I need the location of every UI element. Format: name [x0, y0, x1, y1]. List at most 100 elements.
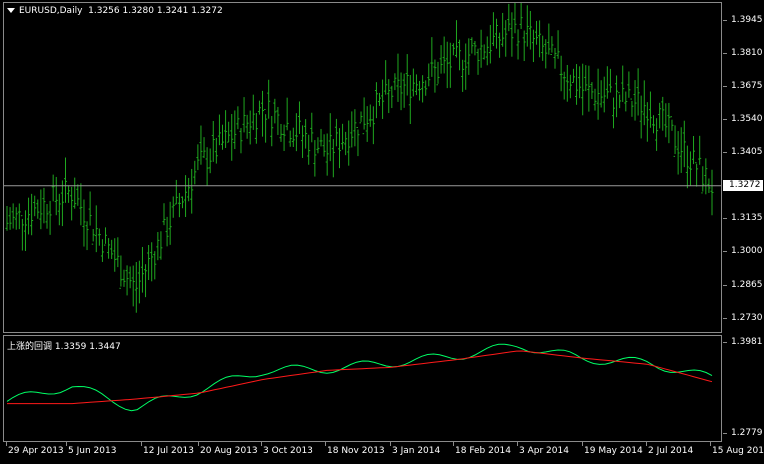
price-axis-tick — [723, 218, 727, 220]
price-bar — [531, 29, 535, 63]
price-bar — [70, 186, 74, 221]
price-bar — [307, 134, 311, 165]
price-bar — [341, 123, 345, 150]
price-axis[interactable]: 1.3945 1.3810 1.3675 1.3540 1.3405 1.3135 1.30… — [723, 2, 764, 333]
price-bar — [11, 203, 15, 229]
time-axis[interactable]: 29 Apr 2013 5 Jun 2013 12 Jul 2013 20 Aug 2… — [3, 442, 764, 464]
price-bar — [221, 124, 225, 150]
chart-title: EURUSD,Daily 1.3256 1.3280 1.3241 1.3272 — [7, 6, 223, 16]
price-bar — [347, 120, 351, 166]
price-bar — [710, 169, 714, 216]
price-bar — [590, 82, 594, 100]
price-bar — [378, 92, 382, 106]
price-bar — [171, 196, 175, 218]
time-axis-tick — [390, 442, 391, 446]
price-bar — [217, 114, 221, 146]
time-axis-tick — [261, 442, 262, 446]
price-bar — [251, 94, 255, 130]
price-bar — [131, 265, 135, 307]
price-bar — [399, 72, 403, 111]
price-bar — [153, 251, 157, 280]
price-bar — [245, 114, 249, 139]
price-bar — [414, 74, 418, 96]
price-bar — [180, 196, 184, 209]
price-bar — [199, 125, 203, 165]
price-bar — [85, 221, 89, 251]
price-bar — [227, 121, 231, 143]
indicator-axis-label: 1.2779 — [731, 428, 763, 438]
price-bar — [433, 59, 437, 93]
price-bar — [667, 102, 671, 144]
price-bar — [128, 266, 132, 289]
price-axis-tick — [723, 317, 727, 319]
price-bar — [224, 110, 228, 149]
indicator-axis-label: 1.3981 — [731, 337, 763, 347]
price-bar — [325, 133, 329, 176]
price-bar — [390, 85, 394, 109]
price-bar — [60, 180, 64, 227]
time-axis-tick — [517, 442, 518, 446]
price-bar — [608, 68, 612, 93]
price-bar — [593, 88, 597, 111]
price-bar — [504, 20, 508, 57]
time-axis-tick — [66, 442, 67, 446]
price-bar — [535, 20, 539, 45]
price-bar — [159, 231, 163, 260]
price-bar — [73, 177, 77, 209]
price-bar — [177, 192, 181, 218]
time-axis-tick — [325, 442, 326, 446]
price-bar — [679, 127, 683, 173]
price-bar — [402, 73, 406, 108]
time-axis-label: 5 Jun 2013 — [68, 446, 117, 456]
collapse-triangle-icon[interactable] — [7, 8, 15, 13]
price-bar — [568, 74, 572, 99]
price-bar — [673, 125, 677, 157]
price-bar — [630, 98, 634, 117]
price-bar — [193, 160, 197, 185]
price-chart-panel[interactable] — [3, 2, 722, 333]
price-bar — [639, 95, 643, 139]
price-bar — [122, 269, 126, 287]
price-bar — [488, 24, 492, 64]
price-bar — [14, 207, 18, 230]
price-axis-label: 1.3675 — [731, 80, 763, 91]
price-bar — [285, 97, 289, 131]
price-bar — [39, 189, 43, 230]
price-bar — [331, 138, 335, 178]
price-axis-label: 1.3000 — [731, 246, 763, 257]
price-bar — [20, 215, 24, 251]
price-bar — [411, 68, 415, 97]
price-axis-label: 1.3540 — [731, 114, 763, 125]
indicator-axis[interactable]: 1.3981 1.2779 — [723, 335, 764, 442]
price-bar — [421, 75, 425, 103]
price-bar — [147, 245, 151, 281]
price-bar — [291, 127, 295, 147]
price-bar — [676, 131, 680, 175]
price-bar — [362, 97, 366, 135]
price-bar — [230, 113, 234, 161]
price-bar — [45, 204, 49, 229]
price-bar — [264, 108, 268, 143]
price-bar — [134, 262, 138, 313]
price-bar — [692, 135, 696, 165]
price-bar — [257, 100, 261, 115]
price-axis-label: 1.2730 — [731, 312, 763, 323]
price-bar — [605, 66, 609, 99]
price-chart — [4, 3, 721, 313]
price-bar — [528, 10, 532, 50]
price-axis-tick — [723, 52, 727, 54]
price-bar — [125, 265, 129, 296]
time-axis-label: 29 Apr 2013 — [8, 446, 64, 456]
price-bar — [276, 106, 280, 135]
price-bar — [116, 237, 120, 268]
indicator-title: 上涨的回调 1.3359 1.3447 — [7, 342, 121, 352]
price-bar — [476, 48, 480, 75]
price-bar — [661, 96, 665, 131]
time-axis-label: 18 Nov 2013 — [327, 446, 385, 456]
price-bar — [94, 205, 98, 253]
price-bar — [282, 124, 286, 151]
price-bar — [76, 184, 80, 206]
price-bar — [636, 68, 640, 116]
price-bar — [8, 207, 12, 230]
price-bar — [418, 80, 422, 101]
